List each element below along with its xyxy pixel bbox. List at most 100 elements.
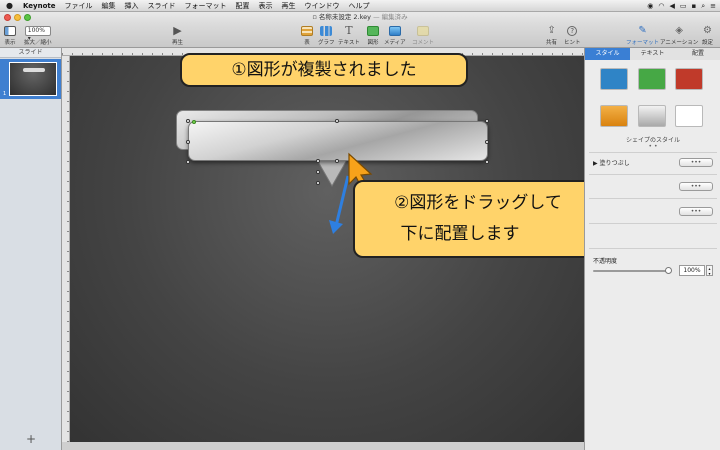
speech-bubble-shape-duplicate[interactable] [188, 121, 488, 161]
menu-file[interactable]: ファイル [64, 1, 92, 11]
sidebar-view-icon [4, 26, 16, 36]
menu-format[interactable]: フォーマット [184, 1, 226, 11]
opacity-slider-knob[interactable] [665, 267, 672, 274]
tab-style[interactable]: スタイル [585, 48, 630, 60]
tab-text[interactable]: テキスト [630, 48, 675, 60]
media-button[interactable]: メディア [384, 23, 406, 46]
search-icon[interactable]: ⌕ [701, 2, 705, 11]
play-icon: ▶ [173, 24, 182, 37]
chart-button[interactable]: グラフ [318, 23, 335, 46]
apple-icon[interactable]: ● [6, 1, 13, 10]
fill-options-button[interactable]: ••• [679, 158, 713, 167]
selection-handle[interactable] [316, 159, 320, 163]
style-swatch-green[interactable] [638, 68, 666, 90]
tips-icon: ? [567, 26, 578, 36]
menu-help[interactable]: ヘルプ [348, 1, 369, 11]
media-icon [388, 26, 401, 36]
document-icon: ▫ [312, 13, 317, 21]
tips-button[interactable]: ? ヒント [564, 23, 581, 46]
slide-thumbnail[interactable] [9, 62, 57, 96]
battery-icon[interactable]: ▭ [680, 2, 687, 10]
thumbnail-shape [23, 68, 45, 72]
selection-handle[interactable] [335, 119, 339, 123]
shadow-options-button[interactable]: ••• [679, 207, 713, 216]
selection-handle[interactable] [316, 170, 320, 174]
canvas-bottom-bar [62, 442, 584, 450]
format-button[interactable]: ✎ フォーマット [626, 23, 659, 46]
format-inspector: スタイル テキスト 配置 シェイプのスタイル • • ▶ 塗りつぶし ••• •… [584, 48, 720, 450]
tab-arrange[interactable]: 配置 [675, 48, 720, 60]
text-button[interactable]: T テキスト [338, 23, 360, 47]
share-label: 共有 [546, 40, 558, 46]
chart-icon [320, 26, 333, 36]
border-options-button[interactable]: ••• [679, 182, 713, 191]
text-label: テキスト [338, 40, 360, 46]
menu-arrange[interactable]: 配置 [235, 1, 249, 11]
fill-options-label: ••• [690, 159, 702, 166]
zoom-window-button[interactable] [24, 14, 31, 21]
table-button[interactable]: 表 [301, 23, 313, 46]
menu-view[interactable]: 表示 [258, 1, 272, 11]
paintbrush-icon: ✎ [638, 25, 647, 36]
callout-step2-line1: ②図形をドラッグして [394, 193, 562, 213]
opacity-stepper[interactable]: ▴ ▾ [706, 265, 713, 276]
text-icon: T [345, 24, 353, 37]
style-swatch-blue[interactable] [600, 68, 628, 90]
zoom-control[interactable]: 100% ▾ 拡大／縮小 [24, 23, 52, 46]
flag-icon[interactable]: ▪ [691, 2, 696, 10]
selection-handle[interactable] [316, 181, 320, 185]
fill-label: 塗りつぶし [599, 160, 630, 167]
zoom-select[interactable]: 100% ▾ [24, 26, 51, 42]
chart-label: グラフ [318, 40, 335, 46]
menu-window[interactable]: ウインドウ [304, 1, 339, 11]
comment-label: コメント [412, 40, 435, 46]
selection-handle[interactable] [335, 159, 339, 163]
close-window-button[interactable] [4, 14, 11, 21]
menu-app-name[interactable]: Keynote [23, 2, 56, 10]
view-button[interactable]: 表示 [4, 23, 16, 46]
selection-handle[interactable] [485, 160, 489, 164]
callout-step2: ②図形をドラッグして 下に配置します [353, 180, 603, 258]
opacity-field[interactable]: 100% [679, 265, 705, 276]
style-swatch-white[interactable] [675, 105, 703, 127]
window-status: — 編集済み [373, 13, 408, 21]
fill-disclosure[interactable]: ▶ 塗りつぶし [593, 158, 630, 167]
selection-handle[interactable] [485, 119, 489, 123]
shape-button[interactable]: 図形 [367, 23, 379, 46]
add-slide-button[interactable]: + [26, 432, 36, 446]
gear-icon: ⚙ [703, 25, 712, 36]
wifi-icon[interactable]: ◠ [658, 2, 664, 10]
selection-handle[interactable] [186, 160, 190, 164]
style-swatch-gray[interactable] [638, 105, 666, 127]
minimize-window-button[interactable] [14, 14, 21, 21]
disclosure-triangle-icon: ▶ [593, 160, 598, 167]
divider [589, 248, 717, 249]
share-button[interactable]: ⇪ 共有 [546, 23, 557, 46]
table-icon [301, 26, 313, 36]
status-icon[interactable]: ◉ [647, 2, 653, 10]
divider [589, 152, 717, 153]
page-dots[interactable]: • • [585, 143, 720, 150]
slide-thumbnail-selected[interactable]: 1 [0, 59, 61, 99]
volume-icon[interactable]: ◀ [669, 2, 674, 10]
animate-button[interactable]: ◈ アニメーション [660, 23, 698, 46]
menu-edit[interactable]: 編集 [101, 1, 115, 11]
selection-handle[interactable] [485, 140, 489, 144]
selection-handle[interactable] [186, 140, 190, 144]
divider [589, 223, 717, 224]
selection-handle[interactable] [186, 119, 190, 123]
opacity-slider-track[interactable] [593, 270, 669, 272]
menu-slide[interactable]: スライド [147, 1, 175, 11]
menu-play[interactable]: 再生 [281, 1, 295, 11]
menu-insert[interactable]: 挿入 [124, 1, 138, 11]
shadow-options-label: ••• [690, 208, 702, 215]
play-button[interactable]: ▶ 再生 [172, 23, 183, 47]
style-swatch-orange[interactable] [600, 105, 628, 127]
style-swatch-red[interactable] [675, 68, 703, 90]
slide-navigator: スライド 1 + [0, 48, 62, 450]
slide-navigator-title: スライド [18, 49, 43, 56]
comment-button[interactable]: コメント [412, 23, 434, 46]
list-icon[interactable]: ≡ [710, 2, 716, 10]
setup-button[interactable]: ⚙ 設定 [702, 23, 713, 46]
control-point-handle[interactable] [192, 120, 196, 124]
